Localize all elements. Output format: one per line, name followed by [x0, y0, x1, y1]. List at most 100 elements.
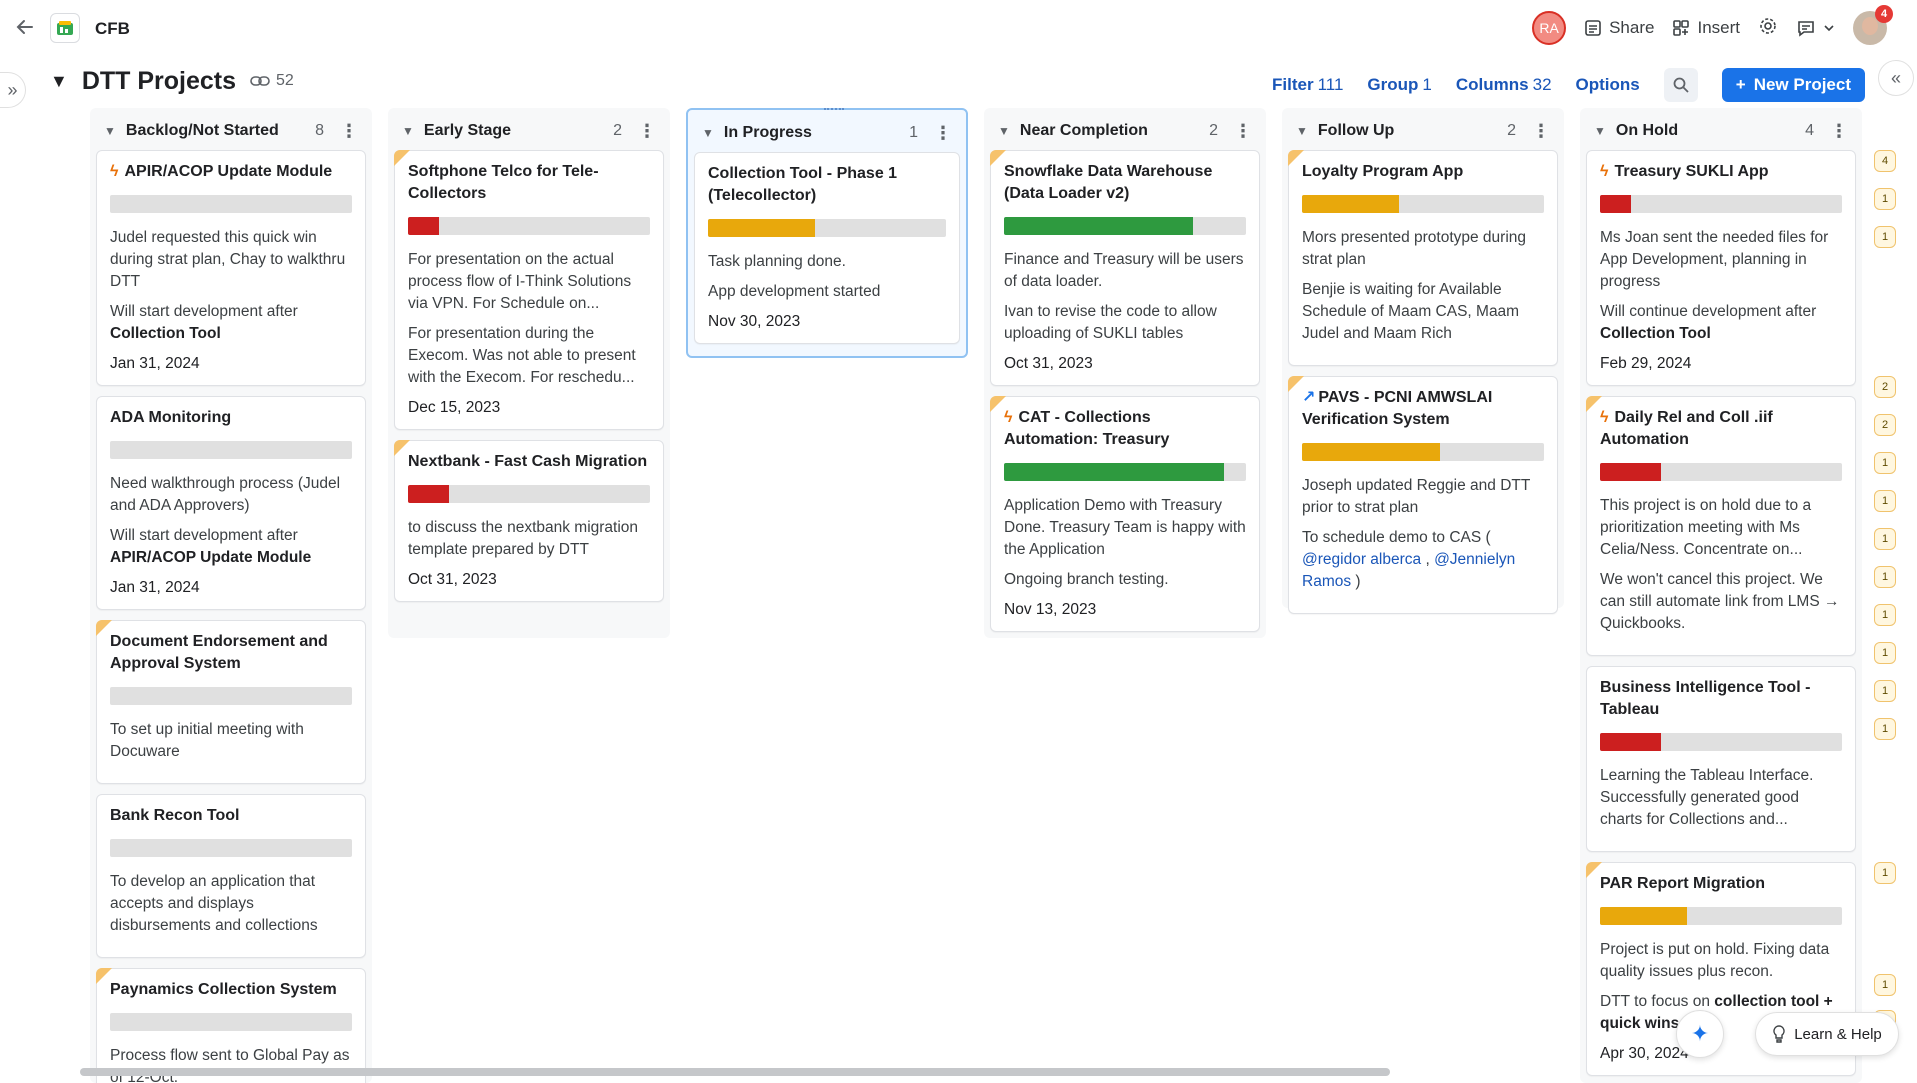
column-header[interactable]: ▼ Early Stage 2 ⋮: [394, 112, 664, 150]
comment-count-badge[interactable]: 1: [1874, 490, 1896, 512]
insert-button[interactable]: Insert: [1672, 18, 1740, 38]
card-note-text: Will start development after: [110, 303, 298, 320]
more-vert-icon[interactable]: ⋮: [1830, 122, 1848, 140]
column-collapse-icon[interactable]: ▼: [402, 124, 414, 138]
project-card[interactable]: Paynamics Collection System Process flow …: [96, 968, 366, 1083]
share-button[interactable]: Share: [1584, 18, 1654, 38]
project-card[interactable]: ↗ PAVS - PCNI AMWSLAI Verification System…: [1288, 376, 1558, 614]
user-avatar[interactable]: 4: [1853, 5, 1893, 45]
project-card[interactable]: Business Intelligence Tool - Tableau Lear…: [1586, 666, 1856, 852]
comment-count-badge[interactable]: 1: [1874, 718, 1896, 740]
progress-bar: [1302, 443, 1544, 461]
more-vert-icon[interactable]: ⋮: [340, 122, 358, 140]
back-arrow-icon[interactable]: [14, 16, 36, 38]
card-note: Will continue development after Collecti…: [1600, 301, 1842, 345]
lightning-icon: ϟ: [110, 163, 119, 180]
options-button[interactable]: Options: [1576, 75, 1640, 95]
column-count: 2: [613, 122, 622, 139]
user-mention[interactable]: @regidor alberca: [1302, 551, 1421, 568]
doc-icon[interactable]: [50, 13, 80, 43]
expand-sidebar-icon[interactable]: »: [0, 72, 26, 108]
comment-count-badge[interactable]: 1: [1874, 566, 1896, 588]
filter-label: Filter: [1272, 75, 1314, 94]
filter-button[interactable]: Filter 111: [1272, 75, 1343, 95]
card-title: PAR Report Migration: [1600, 873, 1842, 895]
share-icon: [1585, 20, 1601, 36]
column-header[interactable]: ▼ Near Completion 2 ⋮: [990, 112, 1260, 150]
comment-count-badge[interactable]: 1: [1874, 862, 1896, 884]
horizontal-scrollbar[interactable]: [80, 1068, 1390, 1076]
drag-handle[interactable]: [824, 108, 844, 114]
card-title: Paynamics Collection System: [110, 979, 352, 1001]
group-button[interactable]: Group 1: [1367, 75, 1431, 95]
group-label: Group: [1367, 75, 1419, 94]
card-title: ADA Monitoring: [110, 407, 352, 429]
project-card[interactable]: ϟ APIR/ACOP Update Module Judel requested …: [96, 150, 366, 386]
comment-count-badge[interactable]: 1: [1874, 226, 1896, 248]
more-vert-icon[interactable]: ⋮: [1532, 122, 1550, 140]
comment-count-badge[interactable]: 1: [1874, 452, 1896, 474]
ai-sparkle-icon[interactable]: ✦: [1676, 1010, 1724, 1058]
comment-count-badge[interactable]: 1: [1874, 642, 1896, 664]
comment-count-badge[interactable]: 1: [1874, 188, 1896, 210]
project-card[interactable]: Bank Recon Tool To develop an application…: [96, 794, 366, 958]
link-count[interactable]: 52: [250, 72, 294, 90]
card-title: Softphone Telco for Tele-Collectors: [408, 161, 650, 205]
doc-title[interactable]: CFB: [95, 19, 130, 39]
collapse-panel-icon[interactable]: «: [1878, 60, 1914, 96]
project-card[interactable]: ADA Monitoring Need walkthrough process (…: [96, 396, 366, 610]
column-count: 4: [1805, 122, 1814, 139]
project-card[interactable]: Loyalty Program App Mors presented protot…: [1288, 150, 1558, 366]
grid-plus-icon: [1673, 20, 1690, 36]
column-header[interactable]: ▼ Follow Up 2 ⋮: [1288, 112, 1558, 150]
new-project-button[interactable]: + New Project: [1721, 68, 1865, 102]
column-collapse-icon[interactable]: ▼: [1296, 124, 1308, 138]
presence-avatar[interactable]: RA: [1532, 11, 1567, 45]
project-card[interactable]: Nextbank - Fast Cash Migration to discuss…: [394, 440, 664, 602]
comment-count-badge[interactable]: 2: [1874, 376, 1896, 398]
more-vert-icon[interactable]: ⋮: [1234, 122, 1252, 140]
page-title[interactable]: DTT Projects: [82, 67, 236, 96]
project-card[interactable]: ϟ CAT - Collections Automation: Treasury A…: [990, 396, 1260, 632]
comment-count-badge[interactable]: 1: [1874, 680, 1896, 702]
progress-bar: [1302, 195, 1544, 213]
card-corner-flag: [394, 440, 410, 456]
settings-gear-icon[interactable]: [1758, 16, 1778, 41]
progress-bar: [708, 219, 946, 237]
more-vert-icon[interactable]: ⋮: [934, 124, 952, 142]
project-card[interactable]: ϟ Daily Rel and Coll .iif Automation This …: [1586, 396, 1856, 656]
learn-help-button[interactable]: Learn & Help: [1755, 1012, 1899, 1056]
comment-count-badge[interactable]: 4: [1874, 150, 1896, 172]
comment-count-badge[interactable]: 2: [1874, 414, 1896, 436]
section-collapse-icon[interactable]: ▼: [50, 71, 68, 92]
due-date: Dec 15, 2023: [408, 399, 501, 416]
learn-help-label: Learn & Help: [1794, 1025, 1882, 1043]
share-label: Share: [1609, 18, 1655, 37]
comment-count-badge[interactable]: 1: [1874, 528, 1896, 550]
column-collapse-icon[interactable]: ▼: [104, 124, 116, 138]
project-card[interactable]: Collection Tool - Phase 1 (Telecollector…: [694, 152, 960, 344]
board-column: ▼ In Progress 1 ⋮ Collection Tool - Phase 1 …: [686, 108, 968, 358]
card-title-text: Document Endorsement and Approval System: [110, 633, 328, 672]
column-collapse-icon[interactable]: ▼: [702, 126, 714, 140]
progress-fill: [1600, 463, 1661, 481]
column-collapse-icon[interactable]: ▼: [1594, 124, 1606, 138]
progress-fill: [1600, 907, 1688, 925]
project-card[interactable]: Snowflake Data Warehouse (Data Loader v2…: [990, 150, 1260, 386]
search-icon[interactable]: [1663, 68, 1698, 102]
project-card[interactable]: Softphone Telco for Tele-Collectors For p…: [394, 150, 664, 430]
column-header[interactable]: ▼ Backlog/Not Started 8 ⋮: [96, 112, 366, 150]
comment-count-badge[interactable]: 1: [1874, 604, 1896, 626]
progress-bar: [1600, 733, 1842, 751]
card-note: Ongoing branch testing.: [1004, 569, 1246, 591]
column-collapse-icon[interactable]: ▼: [998, 124, 1010, 138]
project-card[interactable]: ϟ Treasury SUKLI App Ms Joan sent the need…: [1586, 150, 1856, 386]
columns-button[interactable]: Columns 32: [1456, 75, 1552, 95]
card-note-text: We won't cancel this project. We can sti…: [1600, 571, 1840, 632]
more-vert-icon[interactable]: ⋮: [638, 122, 656, 140]
column-header[interactable]: ▼ On Hold 4 ⋮: [1586, 112, 1856, 150]
project-card[interactable]: Document Endorsement and Approval System…: [96, 620, 366, 784]
column-header[interactable]: ▼ In Progress 1 ⋮: [694, 114, 960, 152]
comments-menu[interactable]: [1796, 18, 1835, 38]
comment-count-badge[interactable]: 1: [1874, 974, 1896, 996]
